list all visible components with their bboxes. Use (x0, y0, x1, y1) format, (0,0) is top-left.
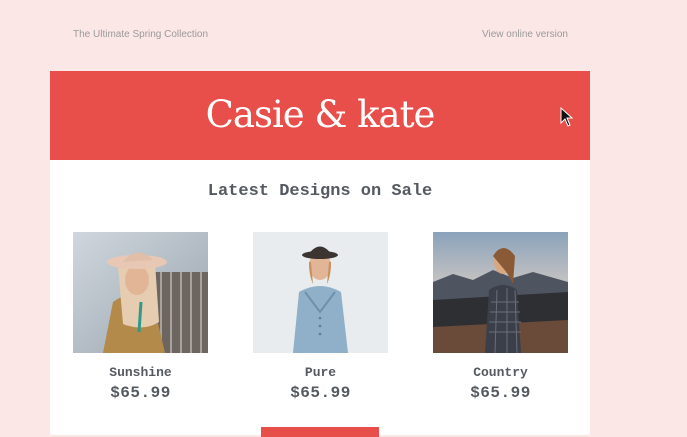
product-price: $65.99 (290, 384, 351, 402)
product-image-sunshine[interactable] (73, 232, 208, 353)
shop-now-button[interactable] (261, 427, 379, 437)
product-price: $65.99 (110, 384, 171, 402)
preheader-collection-text: The Ultimate Spring Collection (73, 29, 209, 40)
product-name: Sunshine (109, 365, 172, 380)
product-image-country[interactable] (433, 232, 568, 353)
mouse-pointer-icon (560, 107, 574, 127)
brand-logo: Casie & kate (205, 93, 436, 136)
product-image-pure[interactable] (253, 232, 388, 353)
view-online-link[interactable]: View online version (482, 29, 568, 40)
product-name: Country (473, 365, 528, 380)
product-name: Pure (304, 365, 337, 380)
section-headline: Latest Designs on Sale (207, 182, 433, 201)
product-card[interactable]: Sunshine $65.99 (73, 232, 208, 402)
brand-banner: Casie & kate (50, 71, 590, 160)
email-card: Casie & kate Latest Designs on Sale Suns… (50, 71, 590, 437)
product-card[interactable]: Pure $65.99 (253, 232, 388, 402)
product-card[interactable]: Country $65.99 (433, 232, 568, 402)
product-price: $65.99 (470, 384, 531, 402)
